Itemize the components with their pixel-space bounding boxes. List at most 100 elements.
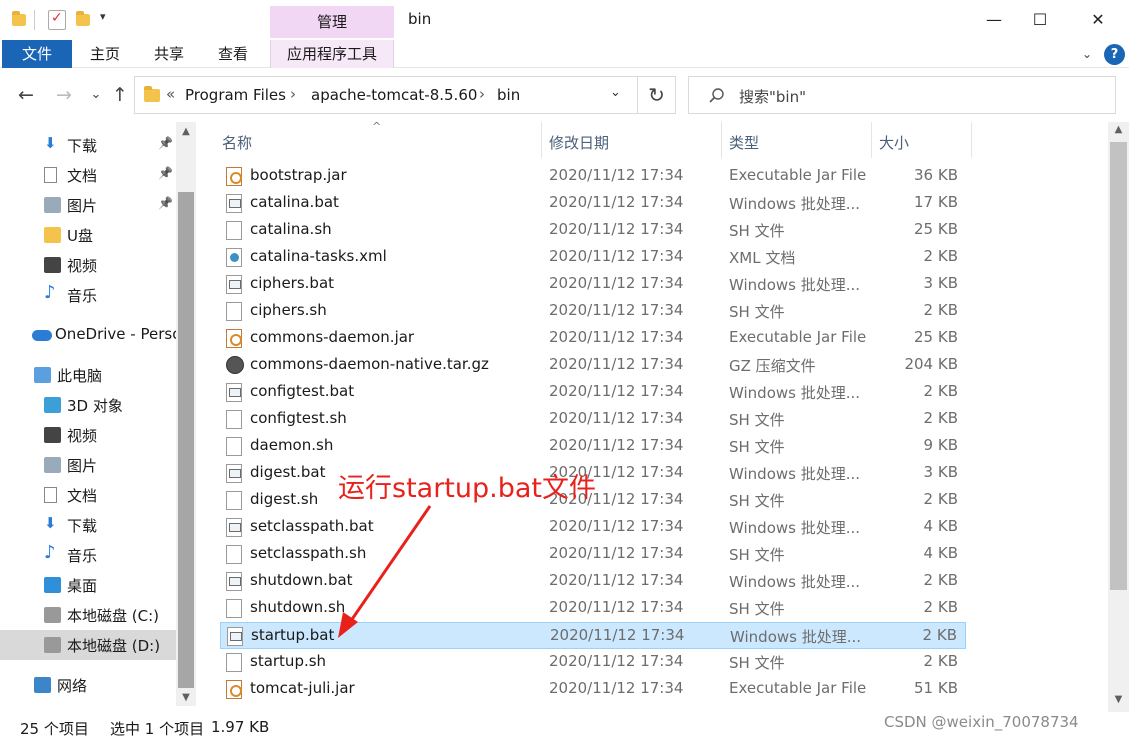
pin-icon[interactable]: 📌 xyxy=(158,166,173,180)
sidebar-item[interactable]: 图片 📌 xyxy=(0,190,176,220)
file-row[interactable]: bootstrap.jar 2020/11/12 17:34 Executable … xyxy=(220,163,966,190)
file-row[interactable]: ciphers.bat 2020/11/12 17:34 Windows 批处理..… xyxy=(220,271,966,298)
sh-file-icon xyxy=(226,653,242,672)
forward-button[interactable]: → xyxy=(52,83,76,107)
navigation-pane: ⬇ 下载 📌 文档 📌 图片 📌 U盘 视频 ♪ 音乐 OneDrive - Perso 此电脑 3D 对… xyxy=(0,122,196,706)
column-header-size[interactable]: 大小 xyxy=(879,128,959,158)
sh-file-icon xyxy=(226,437,242,456)
close-button[interactable]: ✕ xyxy=(1075,0,1121,40)
properties-checkmark-icon[interactable]: ✓ xyxy=(48,10,66,30)
recent-locations-button[interactable]: ⌄ xyxy=(84,83,108,107)
file-list-scroll-thumb[interactable] xyxy=(1110,142,1127,590)
sidebar-item-label: 图片 xyxy=(67,457,98,475)
file-row[interactable]: catalina-tasks.xml 2020/11/12 17:34 XML 文档… xyxy=(220,244,966,271)
file-row[interactable]: catalina.bat 2020/11/12 17:34 Windows 批处理.… xyxy=(220,190,966,217)
sidebar-item[interactable]: 网络 xyxy=(0,670,176,700)
column-divider[interactable] xyxy=(871,122,872,158)
file-row[interactable]: daemon.sh 2020/11/12 17:34 SH 文件 9 KB xyxy=(220,433,966,460)
tab-file[interactable]: 文件 xyxy=(2,40,72,68)
breadcrumb-separator[interactable]: › xyxy=(290,85,296,103)
column-header-type[interactable]: 类型 xyxy=(729,128,869,158)
sidebar-item[interactable]: OneDrive - Perso xyxy=(0,320,176,350)
maximize-button[interactable]: ☐ xyxy=(1017,0,1063,40)
expand-ribbon-icon[interactable]: ⌄ xyxy=(1078,45,1096,63)
file-type: SH 文件 xyxy=(729,600,785,618)
address-bar[interactable]: « Program Files › apache-tomcat-8.5.60 ›… xyxy=(134,76,638,114)
breadcrumb-bin[interactable]: bin xyxy=(497,86,520,104)
breadcrumb-overflow[interactable]: « xyxy=(166,85,175,103)
scroll-down-icon[interactable]: ▼ xyxy=(1108,694,1129,712)
document-icon xyxy=(44,487,57,503)
new-folder-icon[interactable] xyxy=(76,11,90,26)
help-icon[interactable]: ? xyxy=(1104,44,1125,65)
sidebar-scroll-thumb[interactable] xyxy=(178,192,194,688)
breadcrumb-separator[interactable]: › xyxy=(479,85,485,103)
sidebar-item[interactable]: 视频 xyxy=(0,420,176,450)
sidebar-item[interactable]: ⬇ 下载 📌 xyxy=(0,130,176,160)
file-row[interactable]: ciphers.sh 2020/11/12 17:34 SH 文件 2 KB xyxy=(220,298,966,325)
pin-icon[interactable]: 📌 xyxy=(158,196,173,210)
file-date: 2020/11/12 17:34 xyxy=(549,166,684,184)
sidebar-item[interactable]: 图片 xyxy=(0,450,176,480)
scroll-up-icon[interactable]: ▲ xyxy=(176,126,196,142)
customize-quick-access-icon[interactable]: ▾ xyxy=(100,10,106,23)
drive-c-icon xyxy=(44,607,61,623)
up-button[interactable]: ↑ xyxy=(108,83,132,107)
sidebar-item[interactable]: 文档 xyxy=(0,480,176,510)
sidebar-item[interactable]: U盘 xyxy=(0,220,176,250)
file-type: Windows 批处理... xyxy=(729,384,861,402)
column-divider[interactable] xyxy=(971,122,972,158)
column-divider[interactable] xyxy=(541,122,542,158)
sidebar-item[interactable]: ♪ 音乐 xyxy=(0,280,176,310)
file-type: Windows 批处理... xyxy=(730,628,862,646)
file-date: 2020/11/12 17:34 xyxy=(549,517,684,535)
sidebar-item[interactable]: 此电脑 xyxy=(0,360,176,390)
column-header-name[interactable]: 名称 xyxy=(222,128,542,158)
sidebar-item[interactable]: 视频 xyxy=(0,250,176,280)
file-row[interactable]: commons-daemon.jar 2020/11/12 17:34 Execut… xyxy=(220,325,966,352)
sidebar-item[interactable]: 本地磁盘 (D:) xyxy=(0,630,176,660)
file-row[interactable]: commons-daemon-native.tar.gz 2020/11/12 1… xyxy=(220,352,966,379)
search-box[interactable]: 搜索"bin" xyxy=(688,76,1116,114)
sidebar-item-label: 网络 xyxy=(57,677,88,695)
picture-icon xyxy=(44,197,61,213)
column-divider[interactable] xyxy=(721,122,722,158)
tab-view[interactable]: 查看 xyxy=(208,40,258,68)
tab-application-tools[interactable]: 应用程序工具 xyxy=(270,40,394,68)
jar-file-icon xyxy=(226,329,242,348)
sidebar-item[interactable]: ♪ 音乐 xyxy=(0,540,176,570)
column-header-date[interactable]: 修改日期 xyxy=(549,128,719,158)
sidebar-item[interactable]: 3D 对象 xyxy=(0,390,176,420)
file-row[interactable]: tomcat-juli.jar 2020/11/12 17:34 Executabl… xyxy=(220,676,966,703)
back-button[interactable]: ← xyxy=(14,83,38,107)
file-type: Executable Jar File xyxy=(729,328,867,346)
search-input[interactable]: 搜索"bin" xyxy=(739,86,806,107)
sidebar-item[interactable]: 文档 📌 xyxy=(0,160,176,190)
music-note-icon: ♪ xyxy=(44,542,56,563)
breadcrumb-program-files[interactable]: Program Files xyxy=(185,86,286,104)
file-row[interactable]: startup.sh 2020/11/12 17:34 SH 文件 2 KB xyxy=(220,649,966,676)
tab-share[interactable]: 共享 xyxy=(144,40,194,68)
file-date: 2020/11/12 17:34 xyxy=(549,220,684,238)
sidebar-item[interactable]: 本地磁盘 (C:) xyxy=(0,600,176,630)
video-icon xyxy=(44,257,61,273)
file-row[interactable]: catalina.sh 2020/11/12 17:34 SH 文件 25 KB xyxy=(220,217,966,244)
file-row[interactable]: configtest.sh 2020/11/12 17:34 SH 文件 2 KB xyxy=(220,406,966,433)
file-date: 2020/11/12 17:34 xyxy=(549,193,684,211)
scroll-down-icon[interactable]: ▼ xyxy=(176,692,196,706)
address-dropdown-icon[interactable]: ⌄ xyxy=(610,85,621,100)
file-type: SH 文件 xyxy=(729,303,785,321)
sidebar-item[interactable]: ⬇ 下载 xyxy=(0,510,176,540)
sidebar-item-label: 视频 xyxy=(67,257,98,275)
breadcrumb-tomcat[interactable]: apache-tomcat-8.5.60 xyxy=(311,86,477,104)
file-size: 2 KB xyxy=(923,490,958,508)
sidebar-item[interactable]: 桌面 xyxy=(0,570,176,600)
file-date: 2020/11/12 17:34 xyxy=(549,652,684,670)
refresh-button[interactable]: ↻ xyxy=(638,76,676,114)
minimize-button[interactable]: — xyxy=(971,0,1017,40)
scroll-up-icon[interactable]: ▲ xyxy=(1108,124,1129,142)
pin-icon[interactable]: 📌 xyxy=(158,136,173,150)
file-row[interactable]: configtest.bat 2020/11/12 17:34 Windows 批处… xyxy=(220,379,966,406)
tab-home[interactable]: 主页 xyxy=(80,40,130,68)
jar-file-icon xyxy=(226,680,242,699)
